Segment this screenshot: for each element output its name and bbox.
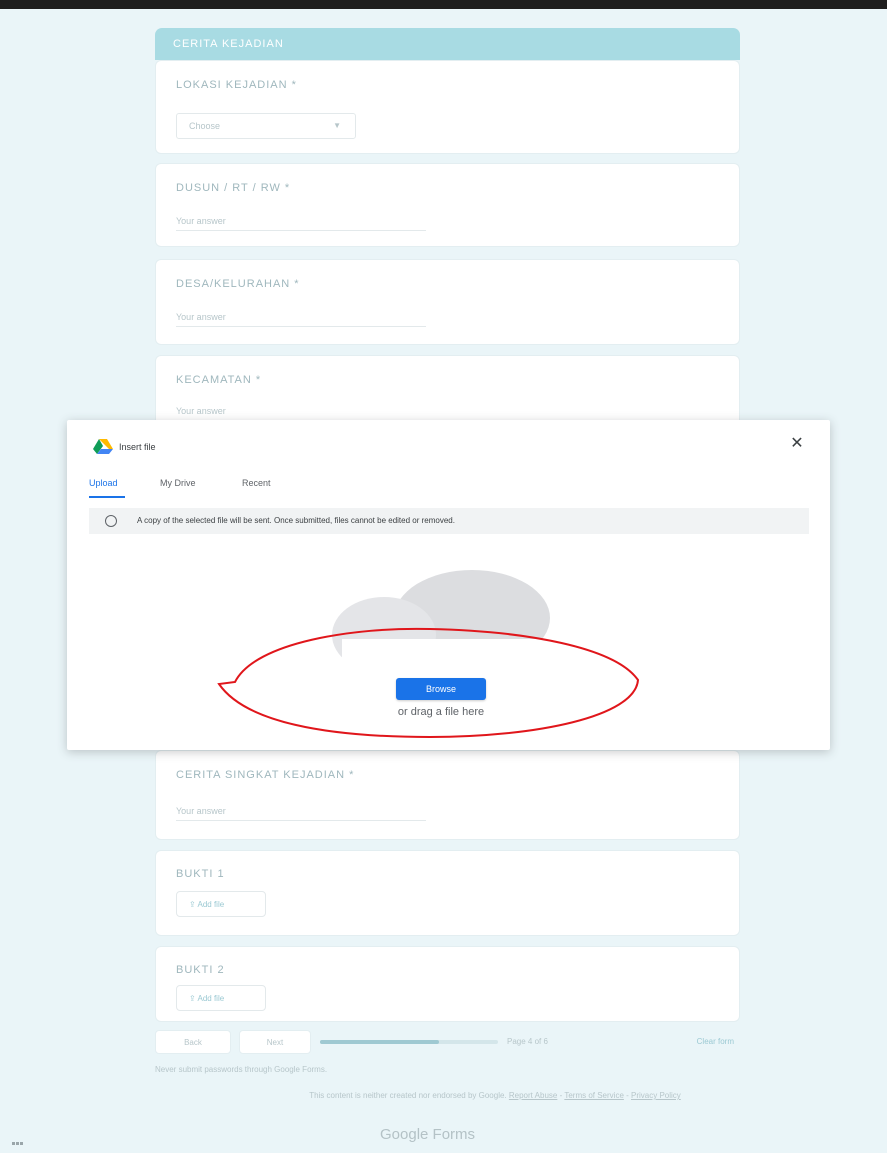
dusun-input[interactable]: Your answer — [176, 216, 426, 231]
kecamatan-input[interactable]: Your answer — [176, 406, 426, 421]
question-label: BUKTI 1 — [176, 868, 225, 880]
question-label: CERITA SINGKAT KEJADIAN * — [176, 769, 355, 781]
footer-legal: This content is neither created nor endo… — [309, 1091, 681, 1100]
dialog-tabs: Upload My Drive Recent — [67, 478, 830, 498]
password-warning: Never submit passwords through Google Fo… — [155, 1065, 328, 1074]
privacy-link[interactable]: Privacy Policy — [631, 1091, 681, 1100]
cerita-input[interactable]: Your answer — [176, 806, 426, 821]
grid-icon — [12, 1133, 26, 1145]
lokasi-select[interactable]: Choose ▼ — [176, 113, 356, 139]
question-label: LOKASI KEJADIAN * — [176, 79, 297, 91]
google-forms-logo: Google Forms — [380, 1126, 476, 1143]
form-navigation: Back Next Page 4 of 6 Clear form — [155, 1030, 740, 1054]
question-label: DESA/KELURAHAN * — [176, 278, 300, 290]
chevron-down-icon: ▼ — [333, 121, 341, 130]
tab-my-drive[interactable]: My Drive — [160, 478, 196, 498]
question-label: KECAMATAN * — [176, 374, 262, 386]
question-card-bukti-1: BUKTI 1 ⇪ Add file — [155, 850, 740, 936]
select-value: Choose — [189, 121, 221, 131]
form-container: CERITA KEJADIAN LOKASI KEJADIAN * Choose… — [155, 28, 740, 1022]
progress-fill — [320, 1040, 440, 1044]
report-abuse-link[interactable]: Report Abuse — [509, 1091, 557, 1100]
question-card-dusun: DUSUN / RT / RW * Your answer — [155, 163, 740, 247]
google-drive-icon — [93, 439, 113, 454]
top-bar — [0, 0, 887, 9]
page-indicator: Page 4 of 6 — [507, 1037, 548, 1046]
question-label: DUSUN / RT / RW * — [176, 182, 291, 194]
back-button[interactable]: Back — [155, 1030, 231, 1054]
annotation-ellipse — [217, 627, 640, 739]
question-card-bukti-2: BUKTI 2 ⇪ Add file — [155, 946, 740, 1022]
add-file-button[interactable]: ⇪ Add file — [176, 985, 266, 1011]
dialog-title: Insert file — [119, 442, 156, 452]
close-icon[interactable]: ✕ — [787, 434, 807, 454]
desa-input[interactable]: Your answer — [176, 312, 426, 327]
tab-recent[interactable]: Recent — [242, 478, 271, 498]
terms-link[interactable]: Terms of Service — [564, 1091, 624, 1100]
question-card-desa: DESA/KELURAHAN * Your answer — [155, 259, 740, 345]
tab-upload[interactable]: Upload — [89, 478, 125, 498]
info-banner: A copy of the selected file will be sent… — [89, 508, 809, 534]
question-card-lokasi: LOKASI KEJADIAN * Choose ▼ — [155, 60, 740, 154]
progress-bar — [320, 1040, 498, 1044]
clear-form-link[interactable]: Clear form — [697, 1037, 734, 1046]
info-icon — [105, 515, 117, 527]
info-text: A copy of the selected file will be sent… — [137, 516, 455, 525]
next-button[interactable]: Next — [239, 1030, 311, 1054]
question-card-cerita: CERITA SINGKAT KEJADIAN * Your answer — [155, 750, 740, 840]
add-file-button[interactable]: ⇪ Add file — [176, 891, 266, 917]
section-header: CERITA KEJADIAN — [155, 28, 740, 60]
legal-text: This content is neither created nor endo… — [309, 1091, 507, 1100]
question-label: BUKTI 2 — [176, 964, 225, 976]
